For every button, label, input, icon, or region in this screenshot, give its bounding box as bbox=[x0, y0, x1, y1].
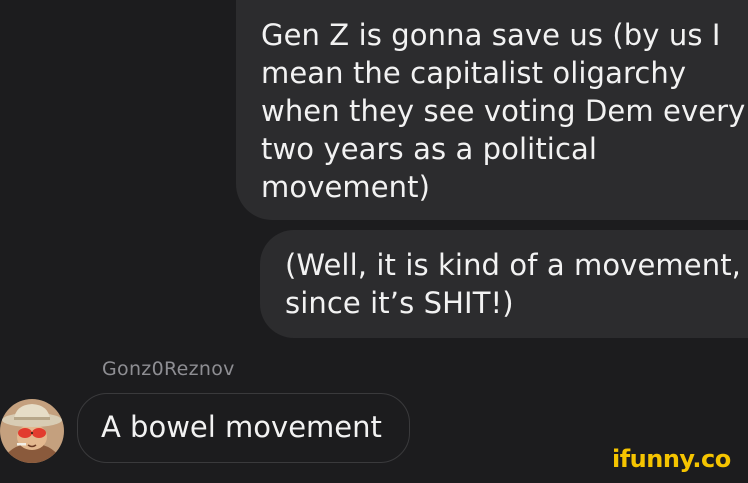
message-line: Gen Z is gonna save us (by us I bbox=[261, 18, 721, 52]
ifunny-logo: ifunny.co bbox=[612, 445, 731, 473]
message-line: movement) bbox=[261, 170, 431, 204]
message-bubble-2[interactable]: (Well, it is kind of a movement, since i… bbox=[260, 230, 748, 338]
sender-name: Gonz0Reznov bbox=[102, 358, 235, 380]
message-line: (Well, it is kind of a movement, bbox=[285, 248, 741, 282]
reply-text: A bowel movement bbox=[101, 410, 382, 444]
message-line: when they see voting Dem every bbox=[261, 94, 746, 128]
avatar[interactable] bbox=[0, 399, 64, 463]
message-line: mean the capitalist oligarchy bbox=[261, 56, 687, 90]
user-avatar-icon bbox=[0, 399, 64, 463]
message-line: since it’s SHIT!) bbox=[285, 286, 514, 320]
message-bubble-1[interactable]: Gen Z is gonna save us (by us I mean the… bbox=[236, 0, 748, 220]
ifunny-watermark: ifunny.co bbox=[612, 445, 740, 479]
message-line: two years as a political bbox=[261, 132, 598, 166]
reply-bubble[interactable]: A bowel movement bbox=[77, 393, 410, 463]
watermark-text: ifunny.co bbox=[612, 445, 731, 473]
